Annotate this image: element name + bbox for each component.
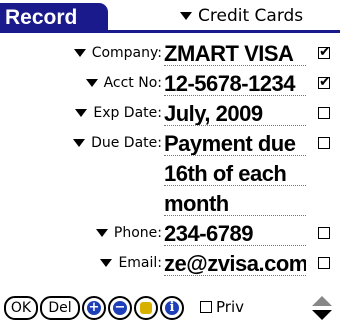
field-checkbox-due-date[interactable] <box>318 137 330 149</box>
field-checkbox-acct-no[interactable]: ✔ <box>318 74 331 90</box>
title-bar: Record Credit Cards <box>0 0 340 36</box>
info-icon: i <box>165 301 179 315</box>
check-mark-icon: ✔ <box>319 74 331 90</box>
field-value-company[interactable]: ZMART VISA <box>164 40 306 66</box>
field-checkbox-phone[interactable] <box>318 227 330 239</box>
field-value-acct-no[interactable]: 12-5678-1234 <box>164 70 306 96</box>
field-label-exp-date[interactable]: Exp Date: <box>75 98 162 128</box>
label-dropdown-icon <box>85 79 98 87</box>
field-row-phone: Phone: 234-6789 <box>0 218 340 248</box>
remove-button[interactable]: − <box>108 296 132 320</box>
field-value-due-date-line-2[interactable]: 16th of each <box>164 160 306 186</box>
field-value-email[interactable]: ze@zvisa.com <box>164 250 306 276</box>
private-label: Priv <box>216 298 244 316</box>
field-checkbox-email[interactable] <box>318 257 330 269</box>
field-label-acct-no[interactable]: Acct No: <box>85 68 162 98</box>
field-value-exp-date[interactable]: July, 2009 <box>164 100 306 126</box>
label-dropdown-icon <box>73 49 86 57</box>
field-row-company: Company: ZMART VISA ✔ <box>0 38 340 68</box>
field-label-company[interactable]: Company: <box>73 38 162 68</box>
note-button[interactable] <box>134 296 158 320</box>
private-checkbox[interactable] <box>200 301 212 313</box>
note-icon <box>140 302 152 314</box>
ok-button[interactable]: OK <box>4 296 38 320</box>
field-label-due-date[interactable]: Due Date: <box>73 128 162 158</box>
label-dropdown-icon <box>100 259 113 267</box>
label-dropdown-icon <box>75 109 88 117</box>
scroll-down-icon[interactable] <box>312 310 332 320</box>
field-label-email[interactable]: Email: <box>100 248 162 278</box>
add-button[interactable]: + <box>82 296 106 320</box>
category-dropdown-icon <box>180 12 192 20</box>
scroll-up-icon[interactable] <box>312 296 332 306</box>
plus-circle-icon: + <box>87 300 101 315</box>
field-label-phone[interactable]: Phone: <box>95 218 162 248</box>
field-value-due-date-line-3[interactable]: month <box>164 190 306 216</box>
field-row-due-date: Due Date: Payment due <box>0 128 340 158</box>
details-button[interactable]: i <box>160 296 184 320</box>
field-row-due-date-cont-1: 16th of each <box>0 158 340 188</box>
field-checkbox-company[interactable]: ✔ <box>318 44 331 60</box>
field-row-due-date-cont-2: month <box>0 188 340 218</box>
category-label: Credit Cards <box>198 6 304 26</box>
delete-button[interactable]: Del <box>40 296 80 320</box>
field-row-acct-no: Acct No: 12-5678-1234 ✔ <box>0 68 340 98</box>
field-checkbox-exp-date[interactable] <box>318 107 330 119</box>
field-row-exp-date: Exp Date: July, 2009 <box>0 98 340 128</box>
scroll-arrows[interactable] <box>310 294 334 322</box>
minus-circle-icon: − <box>113 300 127 315</box>
check-mark-icon: ✔ <box>319 44 331 60</box>
label-dropdown-icon <box>73 139 86 147</box>
field-value-phone[interactable]: 234-6789 <box>164 220 306 246</box>
category-picker[interactable]: Credit Cards <box>180 4 340 28</box>
field-row-email: Email: ze@zvisa.com <box>0 248 340 278</box>
bottom-toolbar: OK Del + − i Priv <box>0 290 340 325</box>
field-value-due-date-line-1[interactable]: Payment due <box>164 130 306 156</box>
app-title: Record <box>0 3 108 32</box>
label-dropdown-icon <box>95 229 108 237</box>
